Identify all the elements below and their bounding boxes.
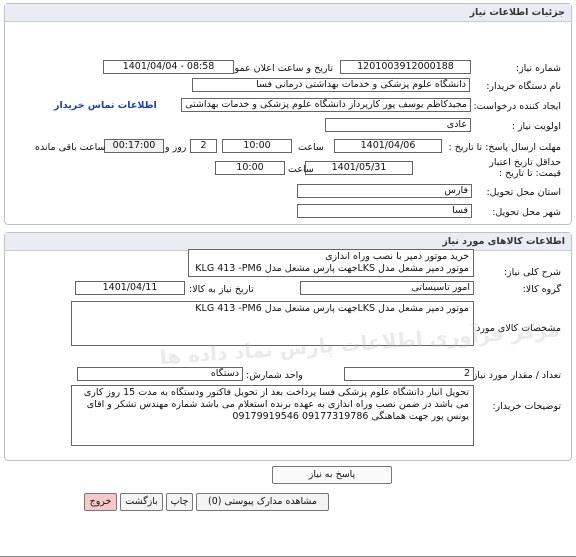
spec-field: موتور دمپر مشعل مدل LKSجهت پارس مشعل مدل… bbox=[71, 301, 474, 346]
validity-time-label: ساعت bbox=[288, 164, 314, 175]
buyer-field: دانشگاه علوم پزشکی و خدمات بهداشتی درمان… bbox=[192, 78, 470, 92]
reply-button[interactable]: پاسخ به نیاز bbox=[272, 466, 392, 484]
creator-field: مجیدکاظم یوسف پور کارپرداز دانشگاه علوم … bbox=[181, 98, 471, 112]
exit-button[interactable]: خروج bbox=[84, 493, 117, 511]
attachments-button-row[interactable]: مشاهده مدارک پیوستی (0) bbox=[196, 493, 329, 511]
page-title: جزئیات اطلاعات نیاز bbox=[5, 4, 571, 22]
group-label: گروه کالا: bbox=[522, 284, 561, 295]
back-button[interactable]: بازگشت bbox=[120, 493, 163, 511]
need-number-label: شماره نیاز: bbox=[515, 63, 561, 74]
unit-label: واحد شمارش: bbox=[246, 370, 303, 381]
summary-label: شرح کلی نیاز: bbox=[503, 267, 561, 278]
days-label: روز و bbox=[165, 142, 187, 153]
summary-line-1: خرید موتور دمپر با نصب وراه اندازی bbox=[325, 251, 469, 262]
province-field: فارس bbox=[297, 184, 472, 198]
need-number-field: 1201003912000188 bbox=[340, 60, 471, 74]
city-label: شهر محل تحویل: bbox=[492, 207, 561, 218]
need-details-panel: جزئیات اطلاعات نیاز شماره نیاز: 12010039… bbox=[4, 3, 572, 225]
group-field: امور تاسیساتی bbox=[300, 281, 474, 295]
remaining-time-field: 00:17:00 bbox=[104, 139, 164, 153]
summary-field: خرید موتور دمپر با نصب وراه اندازی موتور… bbox=[188, 249, 474, 277]
qty-field: 2 bbox=[344, 367, 474, 381]
announce-label: تاریخ و ساعت اعلان عمومی: bbox=[218, 63, 333, 74]
notes-field: تحویل انبار دانشگاه علوم پزشکی فسا پرداخ… bbox=[71, 385, 474, 446]
validity-label-line2: قیمت: تا تاریخ : bbox=[498, 168, 561, 179]
remaining-label: ساعت باقی مانده bbox=[35, 142, 106, 153]
creator-label: ایجاد کننده درخواست: bbox=[473, 101, 561, 112]
province-label: استان محل تحویل: bbox=[486, 187, 561, 198]
need-date-label: تاریخ نیاز به کالا: bbox=[189, 284, 254, 295]
validity-time-field: 10:00 bbox=[215, 161, 285, 175]
announce-field: 1401/04/04 - 08:58 bbox=[103, 60, 234, 74]
print-button[interactable]: چاپ bbox=[166, 493, 193, 511]
buyer-label: نام دستگاه خریدار: bbox=[486, 81, 561, 92]
summary-line-2: موتور دمپر مشعل مدل LKSجهت پارس مشعل مدل… bbox=[195, 263, 469, 274]
qty-label: تعداد / مقدار مورد نیاز: bbox=[469, 370, 561, 381]
deadline-date-field: 1401/04/06 bbox=[334, 139, 442, 153]
validity-label-line1: حداقل تاریخ اعتبار bbox=[489, 157, 561, 168]
priority-label: اولویت نیاز : bbox=[511, 121, 561, 132]
deadline-time-field: 10:00 bbox=[222, 139, 292, 153]
goods-panel: اطلاعات کالاهای مورد نیاز شرح کلی نیاز: … bbox=[4, 232, 572, 461]
notes-label: توضیحات خریدار: bbox=[492, 401, 561, 412]
contact-buyer-link[interactable]: اطلاعات تماس خریدار bbox=[54, 100, 157, 111]
priority-field: عادی bbox=[325, 118, 471, 132]
need-date-field: 1401/04/11 bbox=[75, 281, 185, 295]
city-field: فسا bbox=[297, 204, 472, 218]
deadline-time-label: ساعت bbox=[298, 142, 324, 153]
unit-field: دستگاه bbox=[77, 367, 243, 381]
validity-date-field: 1401/05/31 bbox=[305, 161, 413, 175]
days-field: 2 bbox=[190, 139, 217, 153]
deadline-label: مهلت ارسال پاسخ: تا تاریخ : bbox=[448, 142, 562, 153]
